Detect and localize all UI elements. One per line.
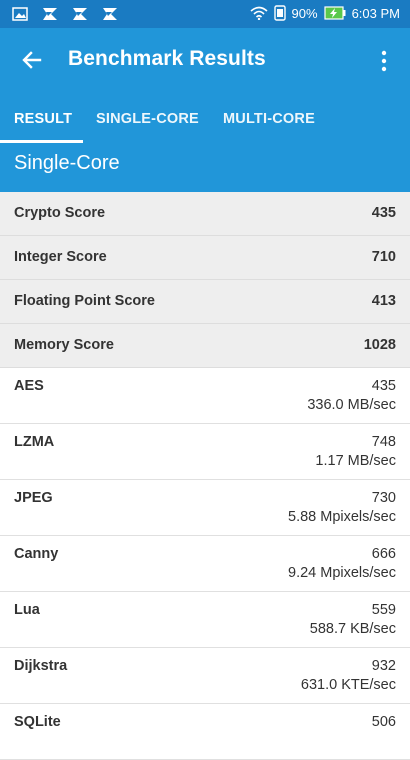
row-value: 435 <box>371 205 396 221</box>
row-rate: 588.7 KB/sec <box>309 621 396 637</box>
row-label: Floating Point Score <box>14 293 155 309</box>
row-label: Lua <box>14 602 40 618</box>
row-rate: 336.0 MB/sec <box>307 397 396 413</box>
row-score: 559 <box>371 602 396 618</box>
page-title: Benchmark Results <box>68 47 266 70</box>
summary-row-integer: Integer Score 710 <box>0 236 410 280</box>
row-label: JPEG <box>14 490 53 506</box>
clock: 6:03 PM <box>351 5 400 21</box>
detail-row-lua: Lua 559 588.7 KB/sec <box>0 592 410 648</box>
more-options-button[interactable] <box>372 48 396 74</box>
detail-row-dijkstra: Dijkstra 932 631.0 KTE/sec <box>0 648 410 704</box>
row-value: 710 <box>371 249 396 265</box>
row-label: Crypto Score <box>14 205 106 221</box>
tab-single-core[interactable]: SINGLE-CORE <box>96 111 199 127</box>
arrow-back-icon <box>22 51 42 69</box>
row-label: Dijkstra <box>14 658 68 674</box>
section-title: Single-Core <box>14 152 120 174</box>
section-header: Single-Core <box>0 144 410 192</box>
tab-bar: RESULT SINGLE-CORE MULTI-CORE <box>0 92 410 144</box>
image-icon <box>12 7 28 21</box>
row-label: Memory Score <box>14 337 114 353</box>
row-score: 730 <box>371 490 396 506</box>
app-bar: Benchmark Results <box>0 28 410 92</box>
phone-icon <box>273 5 286 21</box>
row-label: Canny <box>14 546 59 562</box>
active-tab-indicator <box>0 140 83 143</box>
more-vert-icon <box>381 50 387 72</box>
row-label: LZMA <box>14 434 55 450</box>
feather-app-icon <box>103 8 117 20</box>
wifi-icon <box>250 6 268 20</box>
feather-app-icon <box>73 8 87 20</box>
row-score: 748 <box>371 434 396 450</box>
tab-multi-core[interactable]: MULTI-CORE <box>223 111 315 127</box>
summary-row-crypto: Crypto Score 435 <box>0 192 410 236</box>
status-bar: 90% 6:03 PM <box>0 0 410 28</box>
back-button[interactable] <box>18 46 46 74</box>
detail-row-sqlite: SQLite 506 <box>0 704 410 760</box>
summary-row-memory: Memory Score 1028 <box>0 324 410 368</box>
battery-charging-icon <box>323 6 346 20</box>
row-score: 932 <box>371 658 396 674</box>
row-value: 413 <box>371 293 396 309</box>
row-score: 435 <box>371 378 396 394</box>
row-rate: 1.17 MB/sec <box>315 453 396 469</box>
row-rate: 631.0 KTE/sec <box>300 677 396 693</box>
row-rate: 5.88 Mpixels/sec <box>288 509 396 525</box>
battery-percent: 90% <box>291 5 318 21</box>
feather-app-icon <box>43 8 57 20</box>
tab-result[interactable]: RESULT <box>14 111 72 127</box>
results-list: Crypto Score 435 Integer Score 710 Float… <box>0 192 410 760</box>
summary-row-floating-point: Floating Point Score 413 <box>0 280 410 324</box>
row-score: 666 <box>371 546 396 562</box>
row-rate: 9.24 Mpixels/sec <box>288 565 396 581</box>
detail-row-lzma: LZMA 748 1.17 MB/sec <box>0 424 410 480</box>
detail-row-aes: AES 435 336.0 MB/sec <box>0 368 410 424</box>
row-label: AES <box>14 378 44 394</box>
notification-icons <box>12 6 118 22</box>
system-status: 90% 6:03 PM <box>250 5 400 21</box>
row-value: 1028 <box>363 337 396 353</box>
detail-row-canny: Canny 666 9.24 Mpixels/sec <box>0 536 410 592</box>
row-label: Integer Score <box>14 249 107 265</box>
detail-row-jpeg: JPEG 730 5.88 Mpixels/sec <box>0 480 410 536</box>
